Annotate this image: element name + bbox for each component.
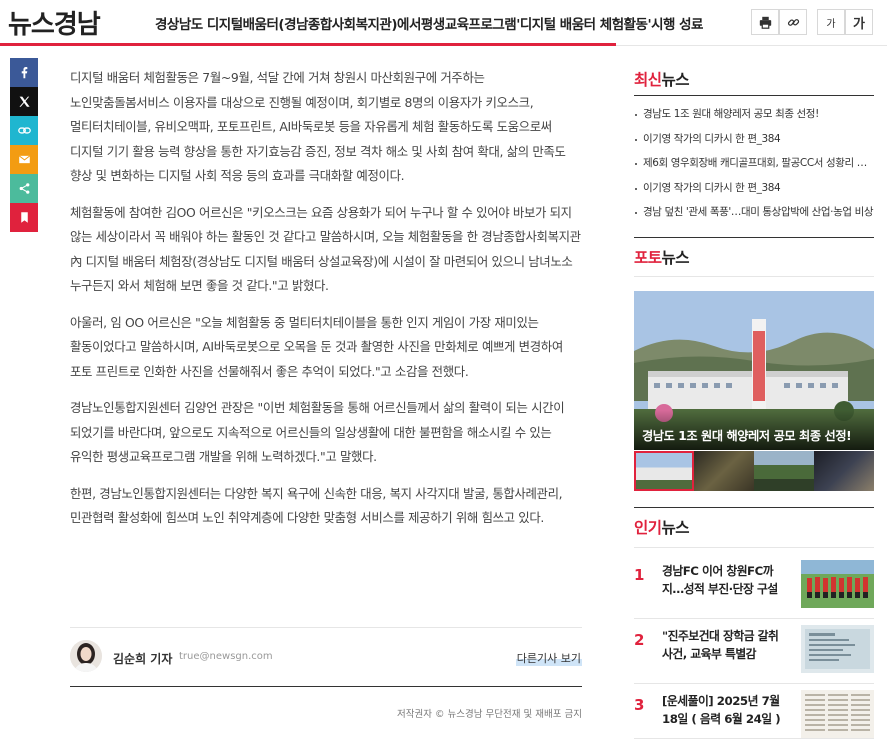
- mail-icon: [18, 155, 30, 164]
- section-divider: [634, 683, 874, 684]
- facebook-icon: [21, 67, 27, 79]
- photo-thumbnail[interactable]: [634, 451, 694, 491]
- font-larger-button[interactable]: 가: [845, 9, 873, 35]
- article-paragraph: 디지털 배움터 체험활동은 7월~9월, 석달 간에 거쳐 창원시 마산회원구에…: [70, 70, 566, 183]
- article-paragraph: 한편, 경남노인통합지원센터는 다양한 복지 욕구에 신속한 대응, 복지 사각…: [70, 485, 563, 526]
- share-button[interactable]: [10, 174, 38, 203]
- photo-news-main[interactable]: 경남도 1조 원대 해양레저 공모 최종 선정!: [634, 291, 874, 450]
- email-share-button[interactable]: [10, 145, 38, 174]
- bookmark-button[interactable]: [10, 203, 38, 232]
- x-share-button[interactable]: [10, 87, 38, 116]
- section-divider: [634, 95, 874, 96]
- bookmark-icon: [20, 212, 28, 223]
- popular-news-item[interactable]: 2 "진주보건대 장학금 갈취 사건, 교육부 특별감: [634, 625, 874, 681]
- section-divider: [634, 547, 874, 548]
- article-paragraph: 경남노인통합지원센터 김양언 관장은 "이번 체험활동을 통해 어르신들께서 삶…: [70, 400, 565, 464]
- latest-news-item[interactable]: 이기영 작가의 디카시 한 편_384: [634, 180, 874, 205]
- popular-news-title-accent: 인기: [634, 519, 662, 537]
- photo-thumbnail[interactable]: [694, 451, 754, 491]
- section-divider: [634, 507, 874, 508]
- popular-headline: [운세풀이] 2025년 7월 18일 ( 음력 6월 24일 ): [662, 694, 781, 726]
- article-title: 경상남도 디지털배움터(경남종합사회복지관)에서평생교육프로그램'디지털 배움터…: [155, 17, 703, 33]
- photo-news-caption: 경남도 1조 원대 해양레저 공모 최종 선정!: [634, 410, 874, 450]
- facebook-share-button[interactable]: [10, 58, 38, 87]
- popular-thumbnail: [801, 560, 874, 608]
- latest-news-item[interactable]: 경남 덮친 '관세 폭풍'…대미 통상압박에 산업·농업 비상: [634, 204, 874, 229]
- section-divider: [634, 237, 874, 238]
- popular-thumbnail-image: [801, 690, 874, 738]
- photo-news-title-accent: 포토: [634, 249, 662, 267]
- latest-news-item[interactable]: 이기영 작가의 디카시 한 편_384: [634, 131, 874, 156]
- popular-headline: "진주보건대 장학금 갈취 사건, 교육부 특별감: [662, 629, 779, 661]
- reporter-email[interactable]: true@newsgn.com: [179, 651, 273, 662]
- copyright-notice: 저작권자 © 뉴스경남 무단전재 및 재배포 금지: [397, 709, 582, 720]
- popular-thumbnail: [801, 690, 874, 738]
- x-icon: [18, 96, 30, 107]
- link-icon: [787, 18, 799, 26]
- more-articles-link[interactable]: 다른기사 보기: [515, 650, 582, 666]
- latest-news-title: 최신뉴스: [634, 68, 690, 90]
- popular-thumbnail: [801, 625, 874, 673]
- article-body: 디지털 배움터 체험활동은 7월~9월, 석달 간에 거쳐 창원시 마산회원구에…: [70, 66, 584, 543]
- print-icon: [759, 16, 771, 29]
- latest-news-title-rest: 뉴스: [661, 71, 690, 89]
- site-logo[interactable]: 뉴스경남: [8, 4, 101, 41]
- photo-thumbnails: [634, 451, 874, 491]
- photo-thumbnail[interactable]: [754, 451, 814, 491]
- popular-thumbnail-image: [801, 560, 874, 608]
- popular-rank: 2: [634, 631, 645, 649]
- latest-news-item[interactable]: 제6회 영우회장배 캐디골프대회, 팔공CC서 성황리 개최: [634, 155, 874, 180]
- popular-news-title: 인기뉴스: [634, 516, 690, 538]
- latest-news-list: 경남도 1조 원대 해양레저 공모 최종 선정! 이기영 작가의 디카시 한 편…: [634, 106, 874, 229]
- reporter-avatar: [70, 640, 102, 672]
- reporter-name[interactable]: 김순희 기자: [113, 650, 172, 667]
- share-icon: [19, 183, 29, 194]
- popular-headline: 경남FC 이어 창원FC까지…성적 부진·단장 구설: [662, 564, 778, 596]
- font-smaller-button[interactable]: 가: [817, 9, 845, 35]
- popular-thumbnail-image: [801, 625, 874, 673]
- photo-news-title: 포토뉴스: [634, 246, 690, 268]
- popular-news-item[interactable]: 1 경남FC 이어 창원FC까지…성적 부진·단장 구설: [634, 560, 874, 616]
- popular-rank: 1: [634, 566, 645, 584]
- photo-news-title-rest: 뉴스: [661, 249, 690, 267]
- article-header: 뉴스경남 경상남도 디지털배움터(경남종합사회복지관)에서평생교육프로그램'디지…: [0, 0, 887, 46]
- copy-link-button[interactable]: [779, 9, 807, 35]
- section-divider: [634, 738, 874, 739]
- photo-thumbnail[interactable]: [814, 451, 874, 491]
- print-button[interactable]: [751, 9, 779, 35]
- article-paragraph: 아울러, 임 OO 어르신은 "오늘 체험활동 중 멀티터치테이블을 통한 인지…: [70, 314, 563, 379]
- latest-news-title-accent: 최신: [634, 71, 662, 89]
- share-bar: [10, 58, 38, 232]
- popular-news-title-rest: 뉴스: [661, 519, 690, 537]
- reporter-photo: [70, 640, 102, 672]
- latest-news-item[interactable]: 경남도 1조 원대 해양레저 공모 최종 선정!: [634, 106, 874, 131]
- section-divider: [634, 276, 874, 277]
- popular-rank: 3: [634, 696, 645, 714]
- header-accent-line: [0, 43, 616, 46]
- section-divider: [634, 618, 874, 619]
- copy-link-share-button[interactable]: [10, 116, 38, 145]
- reporter-box: 김순희 기자 true@newsgn.com 다른기사 보기: [70, 627, 582, 687]
- article-paragraph: 체험활동에 참여한 김OO 어르신은 "키오스크는 요즘 상용화가 되어 누구나…: [70, 204, 581, 294]
- link-icon: [17, 127, 31, 134]
